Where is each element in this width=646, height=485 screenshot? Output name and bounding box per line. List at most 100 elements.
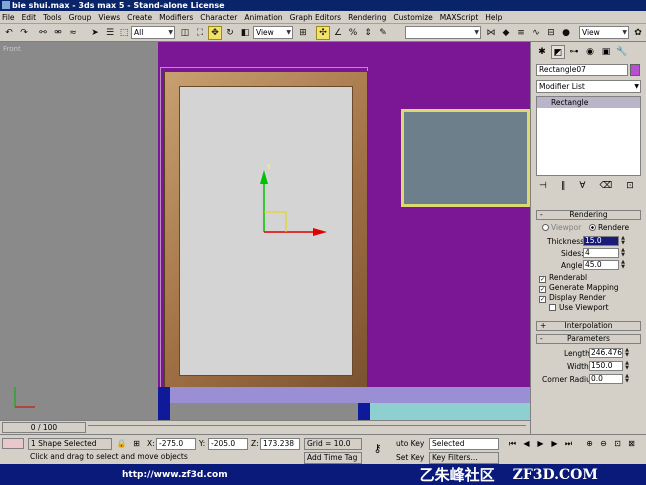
display-tab-icon[interactable]: ▣ <box>599 45 613 59</box>
object-name-field[interactable]: Rectangle07 <box>536 64 628 76</box>
pin-stack-icon[interactable]: ⊣ <box>539 181 547 195</box>
selection-filter-dropdown[interactable]: All <box>131 26 175 39</box>
y-coordinate-field[interactable]: -205.0 <box>208 438 248 450</box>
zoom-all-icon[interactable]: ⊖ <box>598 438 609 449</box>
modify-tab-icon[interactable]: ◩ <box>551 45 565 59</box>
named-selection-dropdown[interactable] <box>405 26 481 39</box>
select-rotate-icon[interactable]: ↻ <box>223 26 237 40</box>
menu-create[interactable]: Create <box>127 13 152 22</box>
door-frame[interactable] <box>164 71 368 391</box>
next-frame-icon[interactable]: ▶ <box>549 438 560 449</box>
menu-rendering[interactable]: Rendering <box>348 13 386 22</box>
interpolation-rollout-header[interactable]: + Interpolation <box>536 321 641 331</box>
key-filters-button[interactable]: Key Filters... <box>429 452 499 464</box>
absolute-mode-icon[interactable]: ⊞ <box>131 438 142 449</box>
play-icon[interactable]: ▶ <box>535 438 546 449</box>
show-end-result-icon[interactable]: ‖ <box>561 181 566 195</box>
z-coordinate-field[interactable]: 173.238 <box>260 438 300 450</box>
modifier-list-dropdown[interactable]: Modifier List <box>536 80 641 93</box>
viewport-radio[interactable]: Viewpor <box>542 223 581 232</box>
menu-file[interactable]: File <box>2 13 15 22</box>
go-to-end-icon[interactable]: ⏭ <box>563 438 574 449</box>
select-object-icon[interactable]: ⛶ <box>193 26 207 40</box>
align-icon[interactable]: ◆ <box>499 26 513 40</box>
maxscript-listener-swatch[interactable] <box>2 438 24 449</box>
bind-spacewarp-icon[interactable]: ≈ <box>66 26 80 40</box>
parameters-rollout-header[interactable]: - Parameters <box>536 334 641 344</box>
menu-animation[interactable]: Animation <box>244 13 282 22</box>
menu-tools[interactable]: Tools <box>43 13 61 22</box>
select-arrow-icon[interactable]: ➤ <box>88 26 102 40</box>
sides-field[interactable]: 4 <box>583 248 619 258</box>
remove-modifier-icon[interactable]: ⌫ <box>600 181 613 195</box>
display-render-checkbox[interactable]: ✓ Display Render <box>539 293 606 303</box>
lock-selection-icon[interactable]: 🔒 <box>116 438 127 449</box>
sides-spinner[interactable]: ▲ ▼ <box>620 248 626 258</box>
corner-radius-field[interactable]: 0.0 <box>589 374 623 384</box>
angle-field[interactable]: 45.0 <box>583 260 619 270</box>
zoom-extents-all-icon[interactable]: ⊠ <box>626 438 637 449</box>
selected-dropdown[interactable]: Selected <box>429 438 499 450</box>
menu-maxscript[interactable]: MAXScript <box>440 13 479 22</box>
select-move-icon[interactable]: ✥ <box>208 26 222 40</box>
use-viewport-checkbox[interactable]: Use Viewport <box>549 303 609 312</box>
width-spinner[interactable]: ▲ ▼ <box>624 361 630 371</box>
select-by-name-icon[interactable]: ☰ <box>103 26 117 40</box>
pivot-center-icon[interactable]: ⊞ <box>296 26 310 40</box>
add-time-tag-button[interactable]: Add Time Tag <box>304 452 362 464</box>
thickness-spinner[interactable]: ▲ ▼ <box>620 236 626 246</box>
schematic-view-icon[interactable]: ⊟ <box>544 26 558 40</box>
x-coordinate-field[interactable]: -275.0 <box>156 438 196 450</box>
corner-radius-spinner[interactable]: ▲ ▼ <box>624 374 630 384</box>
time-slider[interactable]: 0 / 100 <box>2 422 86 433</box>
auto-key-button[interactable]: uto Key <box>396 439 424 448</box>
make-unique-icon[interactable]: ∀ <box>579 181 585 195</box>
window-crossing-icon[interactable]: ◫ <box>178 26 192 40</box>
menu-group[interactable]: Group <box>69 13 92 22</box>
rendering-rollout-header[interactable]: - Rendering <box>536 210 641 220</box>
menu-customize[interactable]: Customize <box>393 13 432 22</box>
menu-character[interactable]: Character <box>200 13 237 22</box>
menu-modifiers[interactable]: Modifiers <box>159 13 193 22</box>
spinner-snap-icon[interactable]: ⇕ <box>361 26 375 40</box>
menu-edit[interactable]: Edit <box>22 13 37 22</box>
length-field[interactable]: 246.476 <box>589 348 623 358</box>
configure-sets-icon[interactable]: ⊡ <box>626 181 634 195</box>
menu-views[interactable]: Views <box>98 13 120 22</box>
axis-constraint-icon[interactable]: ✣ <box>316 26 330 40</box>
angle-snap-icon[interactable]: ∠ <box>331 26 345 40</box>
zoom-extents-icon[interactable]: ⊡ <box>612 438 623 449</box>
hierarchy-tab-icon[interactable]: ⊶ <box>567 45 581 59</box>
redo-icon[interactable]: ↷ <box>17 26 31 40</box>
key-icon[interactable]: ⚷ <box>372 443 383 454</box>
percent-snap-icon[interactable]: % <box>346 26 360 40</box>
length-spinner[interactable]: ▲ ▼ <box>624 348 630 358</box>
angle-spinner[interactable]: ▲ ▼ <box>620 260 626 270</box>
set-key-button[interactable]: Set Key <box>396 453 424 462</box>
curve-editor-icon[interactable]: ∿ <box>529 26 543 40</box>
link-icon[interactable]: ⚯ <box>36 26 50 40</box>
stack-item-rectangle[interactable]: Rectangle <box>537 97 640 108</box>
create-tab-icon[interactable]: ✱ <box>535 45 549 59</box>
previous-frame-icon[interactable]: ◀ <box>521 438 532 449</box>
mirror-icon[interactable]: ⋈ <box>484 26 498 40</box>
menu-help[interactable]: Help <box>485 13 502 22</box>
viewport-label[interactable]: Front <box>3 45 21 53</box>
quick-render-icon[interactable]: ✿ <box>631 26 645 40</box>
renderer-radio[interactable]: Rendere <box>589 223 629 232</box>
utilities-tab-icon[interactable]: 🔧 <box>615 45 629 59</box>
generate-mapping-checkbox[interactable]: ✓ Generate Mapping <box>539 283 619 293</box>
reference-coord-dropdown[interactable]: View <box>253 26 293 39</box>
width-field[interactable]: 150.0 <box>589 361 623 371</box>
thickness-field[interactable]: 15.0 <box>583 236 619 246</box>
menu-graph-editors[interactable]: Graph Editors <box>290 13 342 22</box>
edit-named-selection-icon[interactable]: ✎ <box>376 26 390 40</box>
object-color-swatch[interactable] <box>630 64 640 76</box>
undo-icon[interactable]: ↶ <box>2 26 16 40</box>
window-object[interactable] <box>401 109 530 207</box>
front-viewport[interactable]: Front Y <box>0 42 530 420</box>
motion-tab-icon[interactable]: ◉ <box>583 45 597 59</box>
zoom-icon[interactable]: ⊕ <box>584 438 595 449</box>
render-view-dropdown[interactable]: View <box>579 26 629 39</box>
unlink-icon[interactable]: ⚮ <box>51 26 65 40</box>
